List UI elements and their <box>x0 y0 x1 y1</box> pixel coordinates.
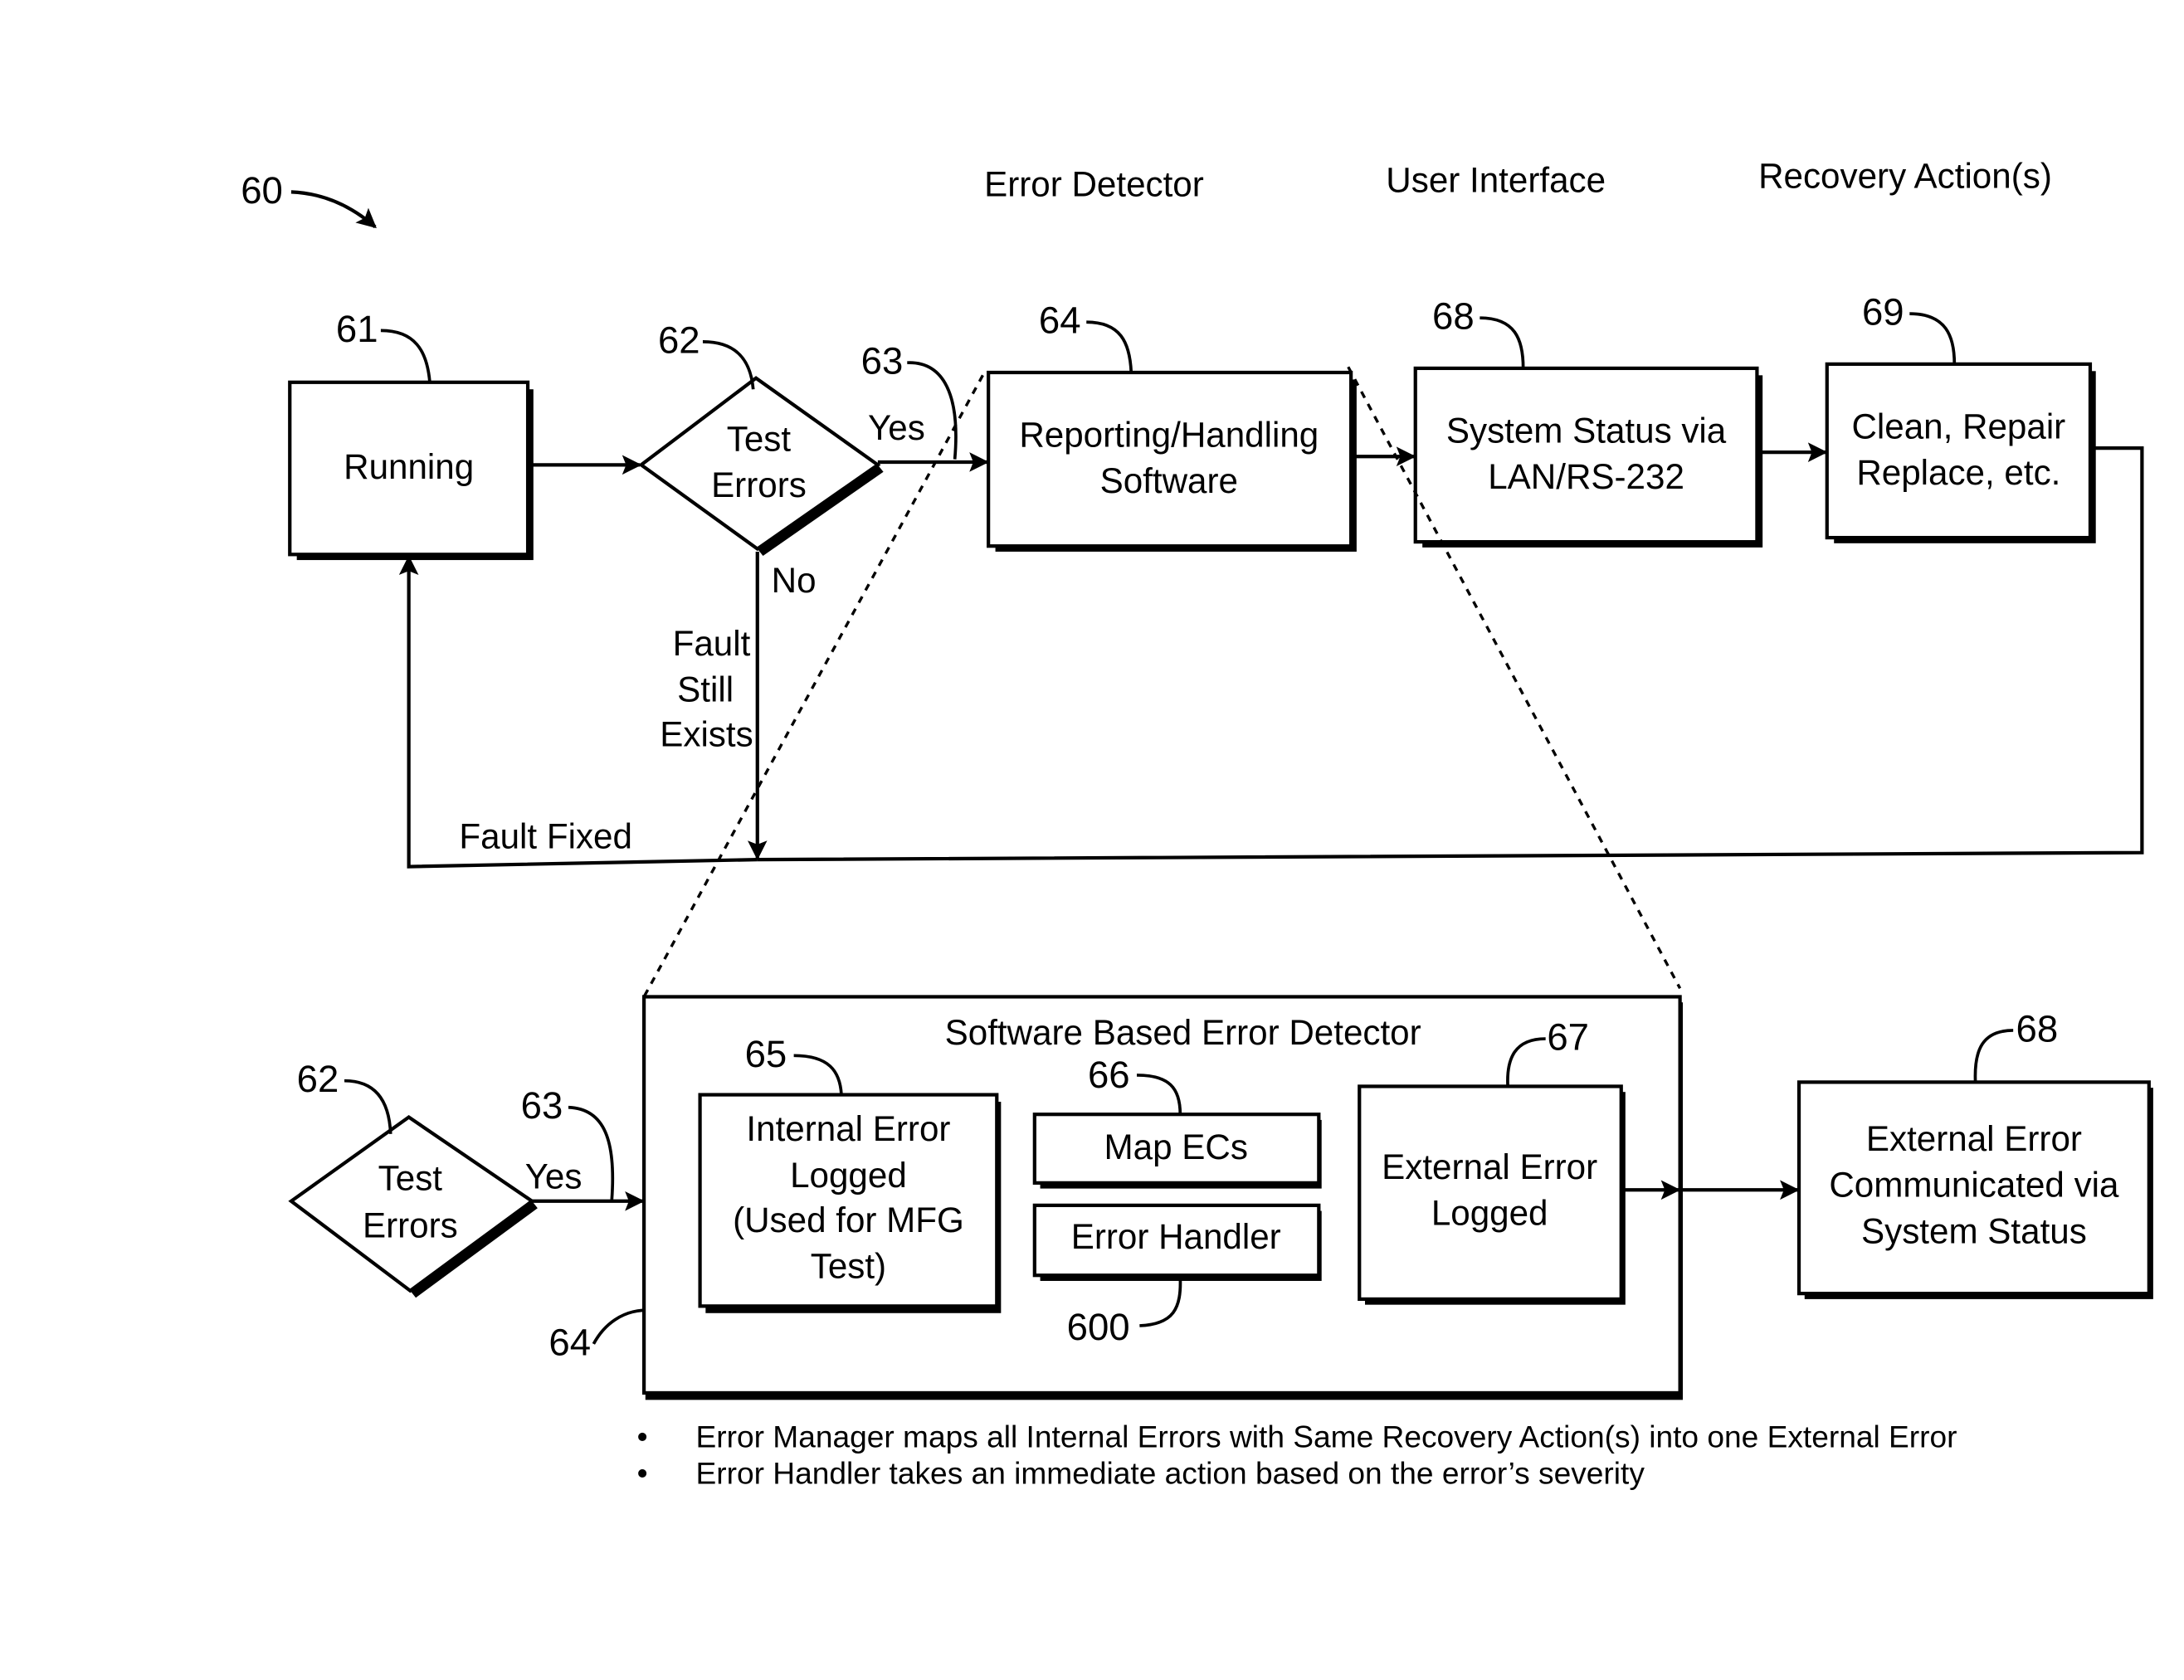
node-running: Running <box>288 380 534 561</box>
note-item-2: Error Handler takes an immediate action … <box>696 1456 1645 1491</box>
node-error-handler: Error Handler <box>1032 1203 1322 1281</box>
figure-ref-arrow-icon <box>290 190 377 229</box>
decision-test-errors: Test Errors <box>638 376 884 557</box>
node-external-error-logged: External Error Logged <box>1358 1084 1626 1305</box>
ref-68-top: 68 <box>1432 295 1475 338</box>
note-bullet-2: • <box>637 1456 648 1491</box>
leader-62-detail <box>344 1079 392 1134</box>
leader-64-top <box>1086 320 1133 373</box>
container-title: Software Based Error Detector <box>945 1013 1421 1052</box>
ref-66: 66 <box>1088 1054 1130 1096</box>
leader-68-detail <box>1973 1029 2014 1083</box>
fault-fixed-label: Fault Fixed <box>459 817 632 856</box>
external-communicated-line1: External Error <box>1866 1119 2082 1158</box>
detail-yes-label: Yes <box>525 1157 583 1196</box>
external-error-logged-line2: Logged <box>1431 1193 1548 1232</box>
node-system-status-line1: System Status via <box>1446 411 1727 450</box>
figure-reference: 60 <box>241 169 377 229</box>
external-communicated-line3: System Status <box>1861 1211 2087 1250</box>
header-recovery-actions: Recovery Action(s) <box>1758 156 2052 195</box>
decision-test-errors-line2: Errors <box>711 465 807 504</box>
node-reporting-line2: Software <box>1100 461 1238 500</box>
detail-decision-test-errors: Test Errors <box>288 1114 538 1298</box>
error-handler-label: Error Handler <box>1071 1217 1281 1256</box>
external-error-logged-line1: External Error <box>1382 1147 1597 1186</box>
detail-decision-line2: Errors <box>363 1206 458 1245</box>
ref-64-top: 64 <box>1039 299 1081 342</box>
internal-error-line2: Logged <box>790 1156 907 1195</box>
internal-error-line1: Internal Error <box>746 1109 950 1148</box>
header-user-interface: User Interface <box>1386 160 1606 199</box>
leader-68-top <box>1480 316 1525 368</box>
ref-69: 69 <box>1862 291 1904 334</box>
node-recovery-line1: Clean, Repair <box>1851 407 2065 446</box>
internal-error-line4: Test) <box>811 1247 886 1286</box>
map-ecs-label: Map ECs <box>1104 1127 1248 1166</box>
node-reporting-line1: Reporting/Handling <box>1019 415 1319 454</box>
leader-64-detail <box>592 1308 643 1345</box>
detail-decision-line1: Test <box>378 1158 443 1197</box>
fault-still-exists-line3: Exists <box>660 714 753 753</box>
ref-64-detail: 64 <box>548 1321 591 1363</box>
internal-error-line3: (Used for MFG <box>733 1200 964 1239</box>
leader-62 <box>702 340 755 390</box>
yes-label: Yes <box>868 408 925 447</box>
node-reporting-handling: Reporting/Handling Software <box>987 370 1357 552</box>
ref-63: 63 <box>861 340 904 382</box>
error-handling-diagram: 60 Error Detector User Interface Recover… <box>241 156 2153 1491</box>
node-map-ecs: Map ECs <box>1032 1113 1322 1189</box>
node-recovery-action: Clean, Repair Replace, etc. <box>1825 362 2096 543</box>
ref-61: 61 <box>336 308 378 350</box>
leader-61 <box>380 329 431 382</box>
decision-test-errors-line1: Test <box>727 419 792 458</box>
leader-69 <box>1909 312 1957 364</box>
node-running-label: Running <box>344 447 474 486</box>
notes-list: • Error Manager maps all Internal Errors… <box>637 1419 1957 1491</box>
external-communicated-line2: Communicated via <box>1829 1166 2119 1205</box>
node-external-error-communicated: External Error Communicated via System S… <box>1796 1080 2153 1299</box>
node-internal-error-logged: Internal Error Logged (Used for MFG Test… <box>698 1093 1002 1313</box>
fault-still-exists-line2: Still <box>677 670 734 709</box>
ref-65: 65 <box>745 1033 787 1075</box>
fault-still-exists-line1: Fault <box>673 624 751 663</box>
ref-600: 600 <box>1067 1306 1130 1348</box>
no-label: No <box>772 561 817 600</box>
node-system-status-line2: LAN/RS-232 <box>1488 457 1684 496</box>
ref-62-detail: 62 <box>297 1058 339 1100</box>
node-recovery-line2: Replace, etc. <box>1856 453 2060 492</box>
ref-62: 62 <box>658 319 700 361</box>
ref-67: 67 <box>1547 1016 1589 1059</box>
header-error-detector: Error Detector <box>984 164 1204 203</box>
note-item-1: Error Manager maps all Internal Errors w… <box>696 1419 1957 1454</box>
figure-ref-number: 60 <box>241 169 283 212</box>
ref-68-detail: 68 <box>2016 1007 2059 1049</box>
node-system-status: System Status via LAN/RS-232 <box>1413 366 1763 548</box>
ref-63-detail: 63 <box>521 1084 563 1127</box>
note-bullet-1: • <box>637 1419 648 1454</box>
